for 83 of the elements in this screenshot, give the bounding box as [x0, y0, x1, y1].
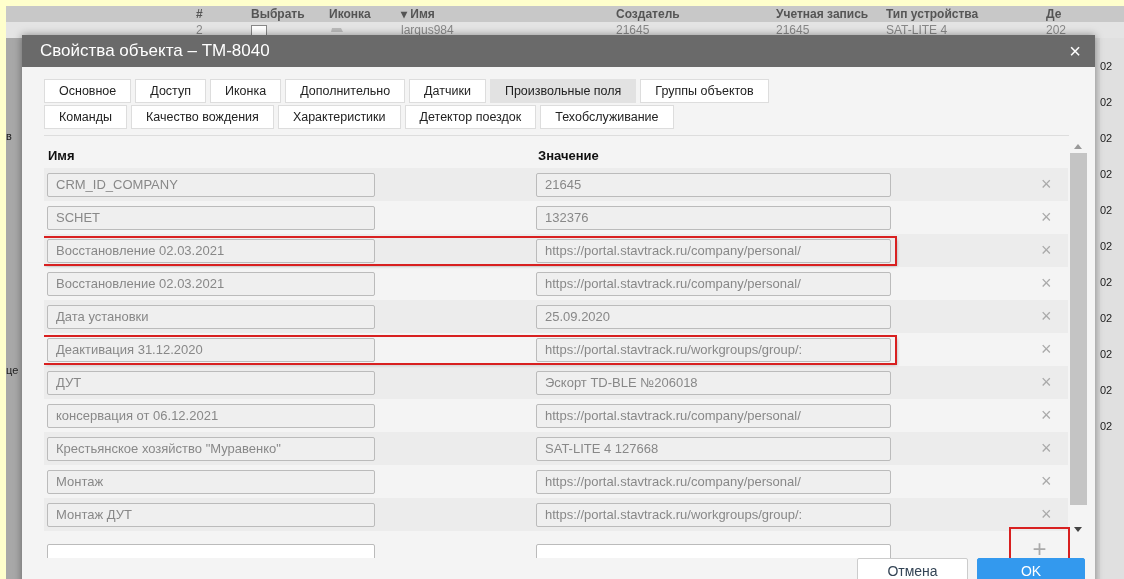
table-cell-text: 2 [196, 23, 204, 37]
name-field[interactable]: CRM_ID_COMPANY [47, 172, 375, 197]
value-field[interactable]: Эскорт TD-BLE №206018 [536, 370, 891, 395]
name-field[interactable]: Крестьянское хозяйство "Муравенко" [47, 436, 375, 461]
value-field[interactable]: https://portal.stavtrack.ru/company/personal/ [536, 271, 891, 296]
table-cell-text: 02 [1100, 168, 1114, 180]
table-cell-text: 02 [1100, 204, 1114, 216]
remove-button[interactable]: × [1037, 174, 1056, 195]
name-field[interactable]: Дата установки [47, 304, 375, 329]
tab[interactable]: Характеристики [277, 105, 401, 129]
name-field[interactable]: Деактивация 31.12.2020 [47, 337, 375, 362]
tab[interactable]: Основное [44, 79, 132, 103]
remove-button[interactable]: × [1037, 339, 1056, 360]
table-cell-text: 02 [1100, 384, 1114, 396]
table-cell-text: 02 [1100, 60, 1114, 72]
table-cell-text: 02 [1100, 312, 1114, 324]
table-cell-text: 02 [1100, 96, 1114, 108]
value-field[interactable]: https://portal.stavtrack.ru/company/personal/ [536, 403, 891, 428]
value-field[interactable]: 132376 [536, 205, 891, 230]
tab[interactable]: Датчики [409, 79, 486, 103]
tab[interactable]: Качество вождения [130, 105, 274, 129]
table-cell-text: 02 [1100, 420, 1114, 432]
column-header: Значение [538, 147, 599, 163]
value-field[interactable]: https://portal.stavtrack.ru/company/personal/ [536, 238, 891, 263]
tab[interactable]: Детектор поездок [404, 105, 537, 129]
close-button[interactable]: × [1065, 41, 1085, 61]
value-field[interactable]: https://portal.stavtrack.ru/company/personal/ [536, 469, 891, 494]
tab[interactable]: Дополнительно [285, 79, 406, 103]
value-field[interactable]: SAT-LITE 4 127668 [536, 436, 891, 461]
remove-button[interactable]: × [1037, 207, 1056, 228]
remove-button[interactable]: × [1037, 438, 1056, 459]
table-cell-text: 02 [1100, 276, 1114, 288]
column-header: Имя [48, 147, 76, 163]
add-button[interactable]: + [1011, 529, 1068, 558]
value-field[interactable]: 25.09.2020 [536, 304, 891, 329]
remove-button[interactable]: × [1037, 504, 1056, 525]
scrollbar-thumb[interactable] [1069, 153, 1087, 505]
column-header: Учетная запись [776, 7, 870, 21]
column-header: Де [1046, 7, 1063, 21]
tab[interactable]: Группы объектов [640, 79, 769, 103]
name-field[interactable]: SCHET [47, 205, 375, 230]
remove-button[interactable]: × [1037, 372, 1056, 393]
table-cell-text: в [6, 130, 13, 142]
ok-button[interactable]: OK [977, 558, 1085, 579]
table-cell-text: 21645 [776, 23, 811, 37]
name-field[interactable]: консервация от 06.12.2021 [47, 403, 375, 428]
column-header: Тип устройства [886, 7, 980, 21]
tab[interactable]: Произвольные поля [489, 79, 637, 103]
column-header: Иконка [329, 7, 372, 21]
value-field[interactable]: https://portal.stavtrack.ru/workgroups/group/: [536, 337, 891, 362]
remove-button[interactable]: × [1037, 273, 1056, 294]
remove-button[interactable]: × [1037, 471, 1056, 492]
table-cell-text: SAT-LITE 4 [886, 23, 949, 37]
name-field[interactable]: Монтаж ДУТ [47, 502, 375, 527]
remove-button[interactable]: × [1037, 405, 1056, 426]
tab[interactable]: Техобслуживание [540, 105, 674, 129]
table-cell-text: 02 [1100, 348, 1114, 360]
table-cell-text: це [6, 364, 20, 376]
column-header: Выбрать [251, 7, 306, 21]
column-header: Создатель [616, 7, 681, 21]
table-cell-text: 202 [1046, 23, 1068, 37]
table-cell-text: 21645 [616, 23, 651, 37]
name-field[interactable]: Монтаж [47, 469, 375, 494]
table-cell-text: 02 [1100, 240, 1114, 252]
remove-button[interactable]: × [1037, 306, 1056, 327]
scroll-up-icon[interactable] [1074, 144, 1082, 149]
table-cell-text: largus984 [401, 23, 455, 37]
value-field[interactable]: 21645 [536, 172, 891, 197]
value-field[interactable]: https://portal.stavtrack.ru/workgroups/group/: [536, 502, 891, 527]
column-header: ▾ Имя [401, 7, 436, 21]
name-field[interactable]: Восстановление 02.03.2021 [47, 238, 375, 263]
checkbox[interactable] [251, 24, 267, 36]
name-field[interactable]: Восстановление 02.03.2021 [47, 271, 375, 296]
name-field[interactable]: ДУТ [47, 370, 375, 395]
cancel-button[interactable]: Отмена [857, 558, 968, 579]
remove-button[interactable]: × [1037, 240, 1056, 261]
scroll-down-icon[interactable] [1074, 527, 1082, 532]
column-header: # [196, 7, 204, 21]
tab[interactable]: Доступ [135, 79, 206, 103]
dialog-title: Свойства объекта – TM-8040 [40, 41, 270, 61]
tab[interactable]: Иконка [210, 79, 282, 103]
table-cell-text: 02 [1100, 132, 1114, 144]
tab[interactable]: Команды [44, 105, 127, 129]
